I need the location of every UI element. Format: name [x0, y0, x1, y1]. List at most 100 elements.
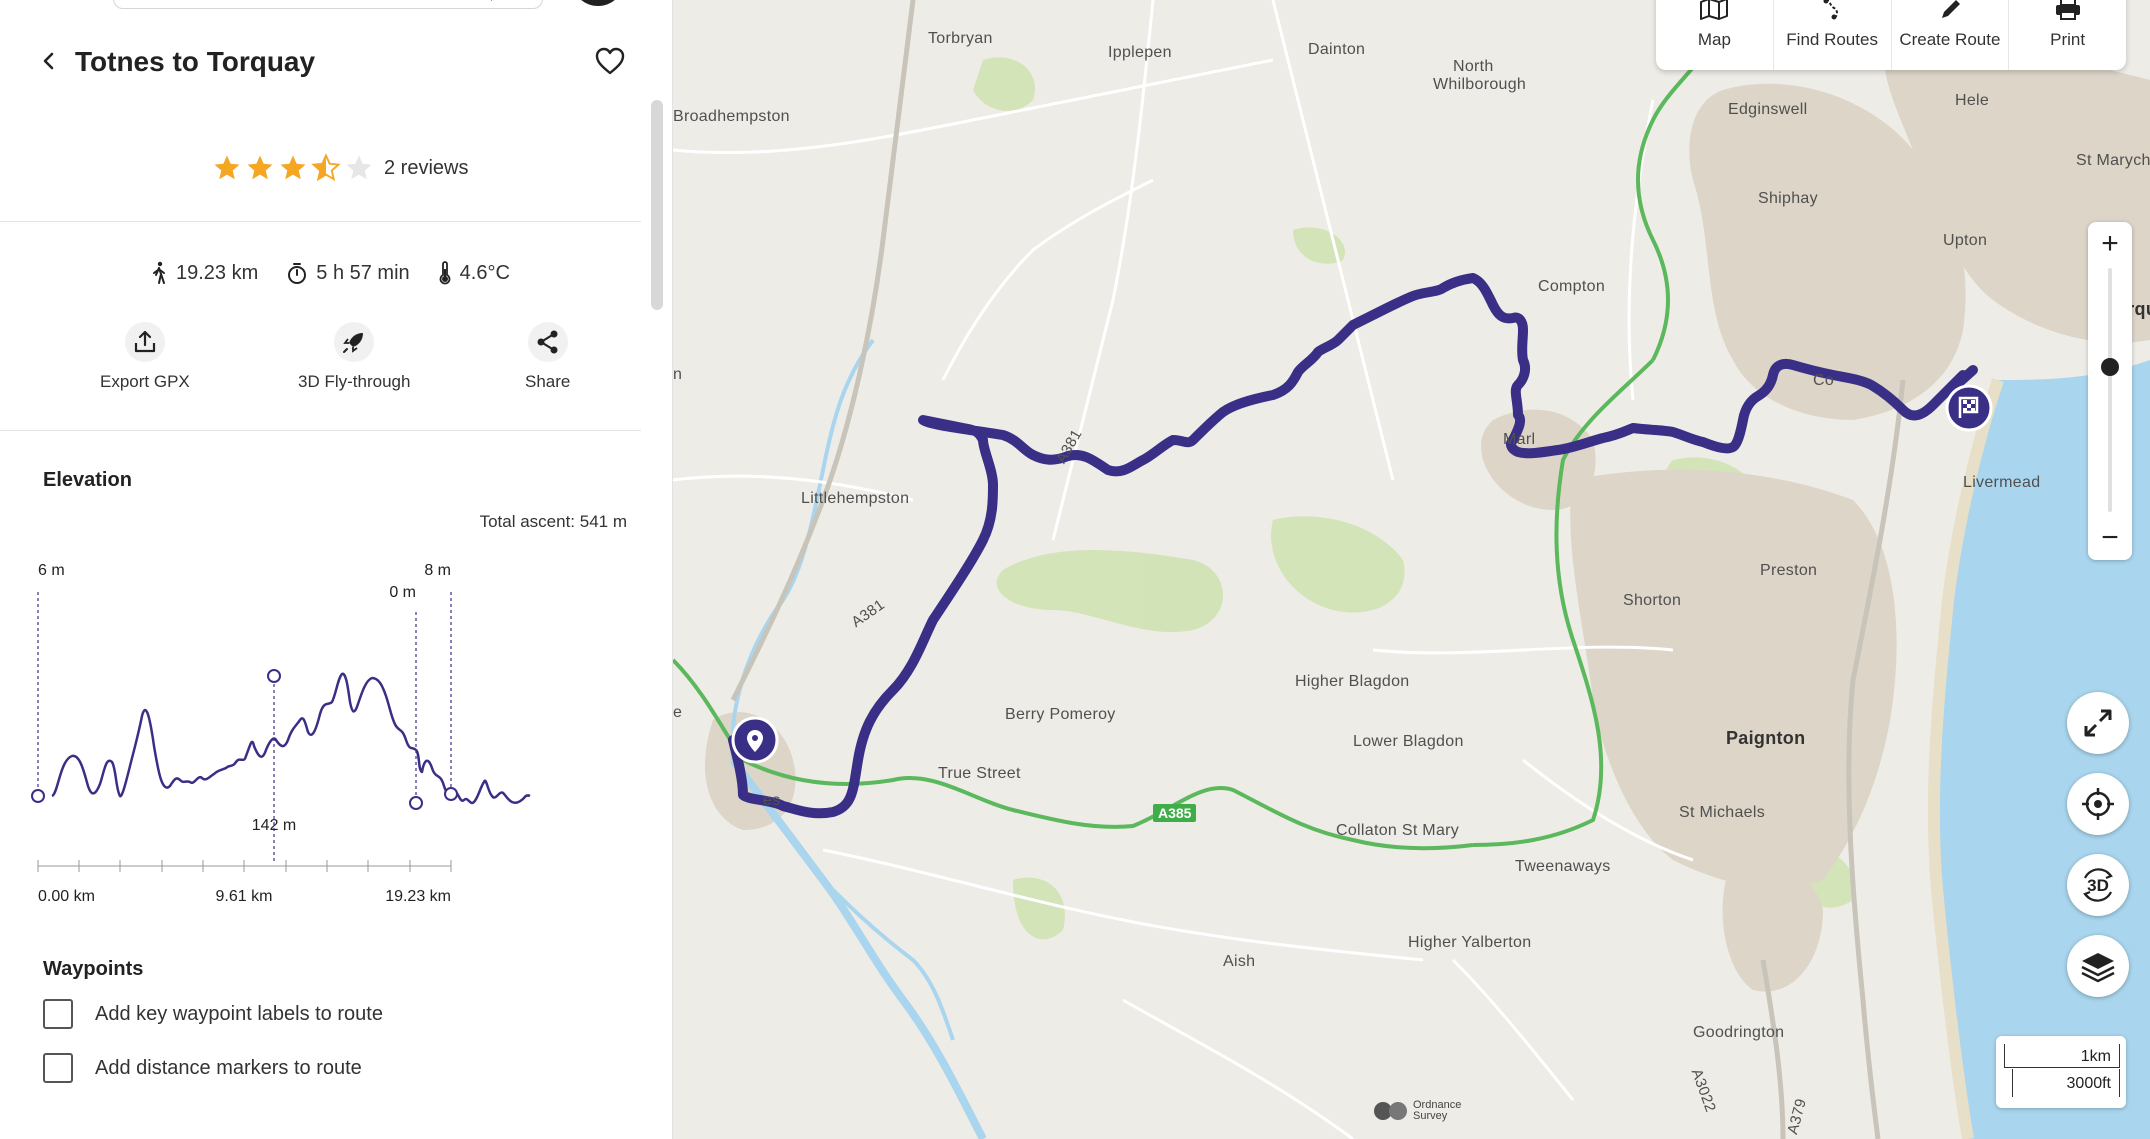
place-label: e — [673, 704, 683, 721]
distance-markers-option[interactable]: Add distance markers to route — [43, 1053, 362, 1083]
share-label: Share — [525, 372, 571, 391]
layers-icon — [2081, 953, 2115, 983]
star-full-icon — [214, 155, 240, 180]
place-label: Berry Pomeroy — [1005, 706, 1116, 723]
elevation-chart[interactable]: 6 m 142 m 0 m 8 m 0.00 km 9.61 km 19.23 … — [30, 550, 640, 910]
export-gpx-button[interactable]: Export GPX — [100, 322, 190, 392]
x-label-end: 19.23 km — [385, 888, 451, 905]
elevation-peak-marker[interactable] — [267, 669, 281, 683]
elevation-end-marker[interactable] — [444, 787, 458, 801]
route-actions: Export GPX 3D Fly-through Share — [0, 322, 641, 392]
crosshair-icon — [2082, 788, 2114, 820]
waypoint-labels-option[interactable]: Add key waypoint labels to route — [43, 999, 383, 1029]
place-label: Broadhempston — [673, 108, 790, 125]
distance-markers-text: Add distance markers to route — [95, 1056, 362, 1079]
expand-icon — [2084, 709, 2112, 737]
place-label: es — [763, 792, 781, 809]
divider — [0, 430, 641, 431]
duration-value: 5 h 57 min — [316, 261, 410, 284]
map-base-layer — [673, 0, 2150, 1139]
start-pin-icon[interactable] — [731, 716, 779, 764]
elevation-start-marker[interactable] — [31, 789, 45, 803]
share-button[interactable]: Share — [525, 322, 570, 392]
elevation-start-label: 6 m — [38, 562, 65, 579]
place-label: St Michaels — [1679, 804, 1765, 821]
place-label: Shorton — [1623, 592, 1682, 609]
flythrough-button[interactable]: 3D Fly-through — [298, 322, 410, 392]
toolbar-map-button[interactable]: Map — [1656, 0, 1774, 70]
x-label-start: 0.00 km — [38, 888, 95, 905]
place-label: Edginswell — [1728, 101, 1808, 118]
back-arrow-icon[interactable] — [36, 48, 62, 74]
upload-icon — [134, 330, 155, 353]
place-label: Collaton St Mary — [1336, 822, 1460, 839]
route-header: Totnes to Torquay — [0, 38, 672, 88]
place-label: North — [1453, 58, 1494, 75]
elevation-peak-label: 142 m — [252, 817, 296, 834]
place-label: Goodrington — [1693, 1024, 1785, 1041]
place-label: Whilborough — [1433, 76, 1527, 93]
waypoint-labels-checkbox[interactable] — [43, 999, 73, 1029]
place-label: Compton — [1538, 278, 1606, 295]
stopwatch-icon — [288, 263, 307, 284]
toolbar-print-button[interactable]: Print — [2009, 0, 2126, 70]
place-label: n — [673, 366, 683, 383]
finish-flag-icon[interactable] — [1945, 384, 1993, 432]
find-routes-icon — [1823, 0, 1839, 20]
place-label: Marl — [1503, 431, 1536, 448]
ordnance-survey-logo: Ordnance Survey — [1373, 1100, 1461, 1122]
place-label: Livermead — [1963, 474, 2041, 491]
map-scale: 1km 3000ft — [1996, 1036, 2126, 1108]
place-label: Dainton — [1308, 41, 1366, 58]
toolbar-create-route-label: Create Route — [1899, 30, 2001, 49]
distance-markers-checkbox[interactable] — [43, 1053, 73, 1083]
pencil-icon — [1941, 0, 1960, 18]
elevation-low-marker[interactable] — [409, 796, 423, 810]
road-badge: A385 — [1153, 804, 1197, 822]
scale-ft: 3000ft — [2012, 1069, 2120, 1097]
share-icon — [537, 330, 558, 354]
search-input[interactable] — [113, 0, 543, 9]
star-empty-icon — [346, 155, 372, 180]
map-toolbar: Map Find Routes Create Route Print — [1656, 0, 2126, 70]
place-label: Preston — [1760, 562, 1818, 579]
route-stats: 19.23 km 5 h 57 min 4.6°C — [150, 258, 538, 288]
route-title: Totnes to Torquay — [75, 46, 316, 77]
zoom-out-button[interactable]: − — [2088, 516, 2132, 560]
avatar[interactable] — [573, 0, 623, 6]
toolbar-map-label: Map — [1697, 30, 1731, 49]
distance-value: 19.23 km — [176, 261, 259, 284]
total-ascent: Total ascent: 541 m — [479, 512, 627, 531]
toolbar-create-route-button[interactable]: Create Route — [1892, 0, 2010, 70]
x-label-mid: 9.61 km — [216, 888, 273, 905]
place-label: Tweenaways — [1515, 858, 1611, 875]
os-logo-icon — [1374, 1102, 1407, 1120]
route-sidebar: Totnes to Torquay 2 reviews 19.23 km 5 h… — [0, 0, 673, 1139]
fullscreen-button[interactable] — [2067, 692, 2129, 754]
toolbar-find-routes-label: Find Routes — [1786, 30, 1878, 49]
sidebar-scrollbar[interactable] — [651, 100, 663, 310]
locate-me-button[interactable] — [2067, 773, 2129, 835]
3d-text: 3D — [2087, 876, 2109, 895]
map-layers-button[interactable] — [2067, 935, 2129, 997]
toolbar-find-routes-button[interactable]: Find Routes — [1774, 0, 1892, 70]
reviews-link[interactable]: 2 reviews — [384, 157, 468, 180]
map-canvas[interactable]: Torbryan Ipplepen Dainton North Whilboro… — [673, 0, 2150, 1139]
place-label: Aish — [1223, 953, 1256, 970]
waypoint-labels-text: Add key waypoint labels to route — [95, 1002, 383, 1025]
zoom-in-button[interactable]: + — [2088, 222, 2132, 266]
star-full-icon — [247, 155, 273, 180]
place-label: Shiphay — [1758, 190, 1818, 207]
zoom-control: + − — [2088, 222, 2132, 560]
printer-icon — [2055, 0, 2080, 20]
3d-view-button[interactable]: 3D — [2067, 854, 2129, 916]
heart-icon[interactable] — [594, 46, 626, 76]
duration-stat: 5 h 57 min — [286, 261, 410, 285]
place-label: True Street — [938, 765, 1021, 782]
zoom-track[interactable] — [2108, 268, 2112, 512]
divider — [0, 221, 641, 222]
scale-km: 1km — [2004, 1044, 2120, 1068]
zoom-slider-handle[interactable] — [2101, 358, 2119, 376]
place-label: Torbryan — [928, 30, 993, 47]
rocket-icon — [343, 333, 364, 353]
